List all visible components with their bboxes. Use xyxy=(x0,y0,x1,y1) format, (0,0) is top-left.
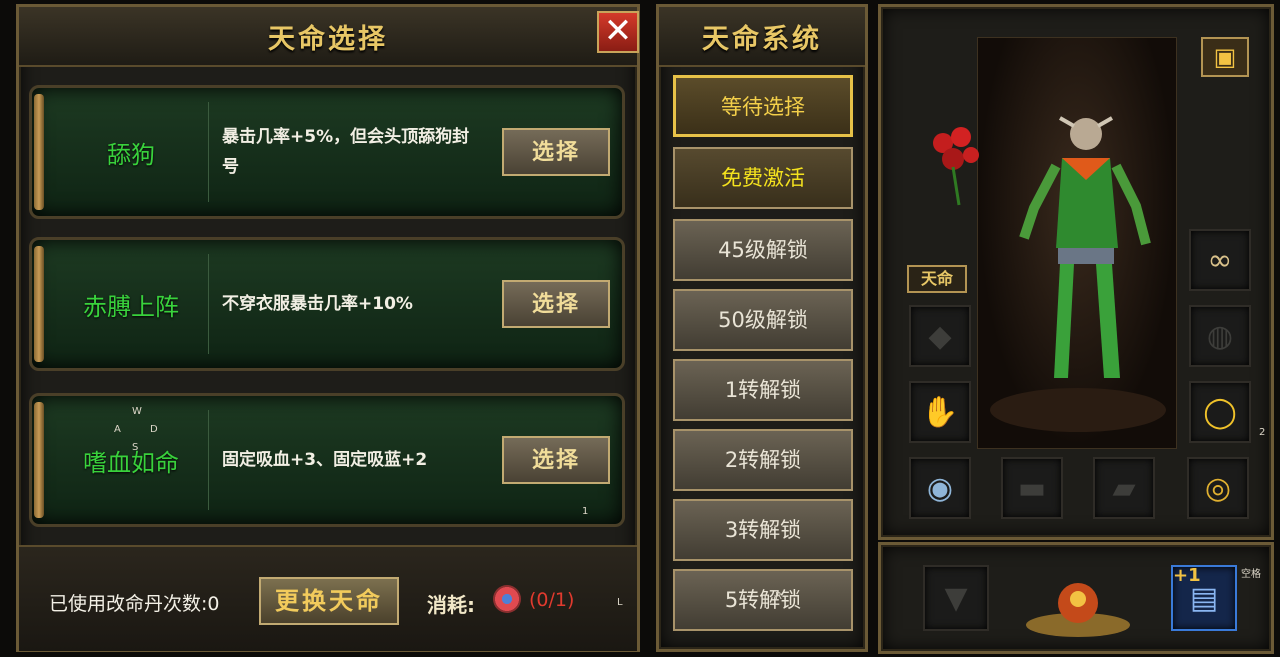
character-equipment-panel: ▣ 天命 ◆ ✋ ◉ ▬ ▰ ◎ ∞ ◍ ◯ 2 xyxy=(878,4,1274,540)
used-count-label: 已使用改命丹次数:0 xyxy=(49,593,220,615)
equip-slot-bracelet[interactable]: ◉ xyxy=(909,457,971,519)
tab-rebirth-5[interactable]: 5转解锁 xyxy=(673,569,853,631)
key-r-label: R xyxy=(775,591,782,602)
ring-icon: ◎ xyxy=(1204,470,1232,506)
close-icon: ✕ xyxy=(603,11,633,51)
panel-header: 天命选择 xyxy=(19,7,637,67)
count-label: 1 xyxy=(582,506,589,517)
equip-slot-ring[interactable]: ◎ xyxy=(1187,457,1249,519)
slot-count-label: 2 xyxy=(1259,427,1266,438)
choice-card-2: 赤膊上阵 不穿衣服暴击几率+10% 选择 xyxy=(29,237,625,371)
select-button-3[interactable]: 选择 xyxy=(502,436,610,484)
key-a-label: A xyxy=(114,424,121,435)
bottom-bar: 已使用改命丹次数:0 更换天命 消耗: (0/1) L xyxy=(19,545,637,651)
choice-description: 暴击几率+5%，但会头顶舔狗封号 xyxy=(222,127,470,177)
choice-description: 不穿衣服暴击几率+10% xyxy=(222,294,413,314)
rose-bouquet xyxy=(929,127,983,207)
destiny-tag[interactable]: 天命 xyxy=(907,265,967,293)
gold-ring-icon: ◯ xyxy=(1203,394,1237,430)
choice-name: 赤膊上阵 xyxy=(83,292,179,321)
equip-slot-boots[interactable]: ▰ xyxy=(1093,457,1155,519)
equip-slot-helmet[interactable]: ◆ xyxy=(909,305,971,367)
panel-header: 天命系统 xyxy=(659,7,865,67)
divider xyxy=(208,102,209,202)
close-button[interactable]: ✕ xyxy=(597,11,639,53)
tab-waiting-select[interactable]: 等待选择 xyxy=(673,75,853,137)
necklace-icon: ∞ xyxy=(1207,242,1233,278)
bracelet-icon: ◉ xyxy=(926,470,954,506)
choice-card-1: 舔狗 暴击几率+5%，但会头顶舔狗封号 选择 xyxy=(29,85,625,219)
tab-rebirth-2[interactable]: 2转解锁 xyxy=(673,429,853,491)
panel-title: 天命选择 xyxy=(268,24,388,55)
tab-level-50[interactable]: 50级解锁 xyxy=(673,289,853,351)
choice-card-3: 嗜血如命 W A S D 固定吸血+3、固定吸蓝+2 选择 1 xyxy=(29,393,625,527)
hammer-icon: ▼ xyxy=(944,580,968,616)
destiny-system-panel: 天命系统 等待选择 免费激活 45级解锁 50级解锁 1转解锁 2转解锁 3转解… xyxy=(656,4,868,652)
cost-label: 消耗: xyxy=(427,593,475,617)
glove-icon: ✋ xyxy=(921,394,959,430)
quickbar-panel: ▼ ▤ +1 空格 xyxy=(878,542,1274,654)
equip-slot-ring-2[interactable]: ◯ xyxy=(1189,381,1251,443)
plus-badge: +1 xyxy=(1173,565,1201,586)
boots-icon: ▰ xyxy=(1112,470,1136,506)
card-spine xyxy=(34,94,44,210)
select-button-1[interactable]: 选择 xyxy=(502,128,610,176)
character-figure xyxy=(990,116,1166,432)
quick-slot-weapon[interactable]: ▼ xyxy=(923,565,989,631)
cost-value: (0/1) xyxy=(529,589,575,611)
panel-title: 天命系统 xyxy=(702,24,822,55)
choice-description: 固定吸血+3、固定吸蓝+2 xyxy=(222,450,428,470)
key-s-label: S xyxy=(132,442,139,453)
character-portrait xyxy=(977,37,1177,449)
tab-level-45[interactable]: 45级解锁 xyxy=(673,219,853,281)
card-spine xyxy=(34,246,44,362)
equip-slot-amulet[interactable]: ◍ xyxy=(1189,305,1251,367)
tab-rebirth-3[interactable]: 3转解锁 xyxy=(673,499,853,561)
choice-name: 舔狗 xyxy=(107,140,155,169)
key-w-label: W xyxy=(132,406,142,417)
divider xyxy=(208,410,209,510)
destiny-select-panel: 天命选择 ✕ 舔狗 暴击几率+5%，但会头顶舔狗封号 选择 赤膊上阵 不穿衣服暴… xyxy=(16,4,640,652)
equip-slot-necklace[interactable]: ∞ xyxy=(1189,229,1251,291)
flower-gem-icon xyxy=(493,585,521,613)
mount-emblem-icon[interactable] xyxy=(1023,573,1133,639)
card-spine xyxy=(34,402,44,518)
divider xyxy=(208,254,209,354)
amulet-icon: ◍ xyxy=(1206,318,1234,354)
equip-slot-belt[interactable]: ▬ xyxy=(1001,457,1063,519)
key-l-label: L xyxy=(617,597,623,608)
select-button-2[interactable]: 选择 xyxy=(502,280,610,328)
key-d-label: D xyxy=(150,424,158,435)
choice-name: 嗜血如命 xyxy=(83,448,179,477)
space-key-label: 空格 xyxy=(1241,569,1261,580)
change-destiny-button[interactable]: 更换天命 xyxy=(259,577,399,625)
helmet-icon: ◆ xyxy=(928,318,952,354)
belt-icon: ▬ xyxy=(1017,470,1047,506)
tab-rebirth-1[interactable]: 1转解锁 xyxy=(673,359,853,421)
tab-free-activate[interactable]: 免费激活 xyxy=(673,147,853,209)
equip-slot-glove[interactable]: ✋ xyxy=(909,381,971,443)
treasure-chest-icon[interactable]: ▣ xyxy=(1201,37,1249,77)
